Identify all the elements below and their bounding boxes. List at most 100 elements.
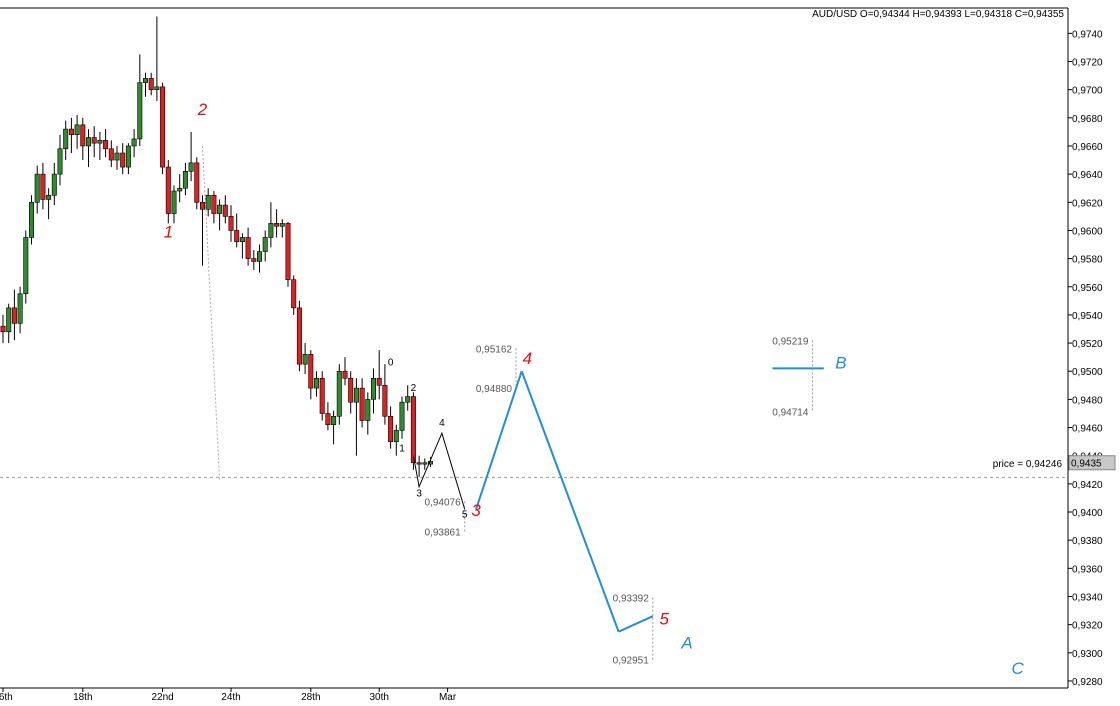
candle-bull (177, 187, 183, 192)
candle-bear (228, 216, 234, 231)
y-tick-label: 0,9720 (1072, 57, 1103, 68)
minor-wave-label: 0 (388, 358, 394, 369)
wave-label-2: 2 (197, 100, 208, 119)
minor-wave-label: 2 (411, 383, 417, 394)
candle-bull (393, 430, 399, 442)
candle-bear (376, 377, 382, 386)
y-tick-label: 0,9600 (1072, 226, 1103, 237)
candle-bear (274, 223, 280, 227)
x-tick-label: 30th (369, 692, 388, 701)
candle-bear (80, 124, 86, 147)
candle-bull (28, 201, 34, 238)
minor-wave-label: 4 (439, 418, 445, 429)
candle-bull (137, 82, 143, 140)
candle-bear (342, 370, 348, 379)
candle-bear (296, 307, 302, 365)
candle-bear (348, 377, 354, 403)
candle-bull (217, 204, 223, 214)
candle-bull (74, 124, 80, 136)
candle-bull (302, 354, 308, 365)
minor-wave-label: 1 (399, 443, 405, 454)
y-tick-label: 0,9420 (1072, 480, 1103, 491)
candle-bull (370, 377, 376, 400)
y-tick-label: 0,9580 (1072, 255, 1103, 266)
wave-label-5: 5 (659, 610, 669, 629)
candle-bear (285, 223, 291, 281)
candle-bear (40, 173, 46, 200)
candle-bull (422, 462, 428, 465)
candle-bull (86, 137, 92, 147)
candle-bull (353, 387, 359, 403)
candle-bear (11, 307, 17, 324)
price-chart[interactable]: 0,94076 0,93861 0,95162 0,94880 0,93392 0,929… (0, 0, 1120, 703)
candle-bull (34, 173, 40, 203)
candle-bull (97, 140, 103, 144)
x-tick-label: 28th (301, 692, 320, 701)
candle-bull (114, 152, 120, 161)
candle-bull (171, 190, 177, 214)
y-tick-label: 0,9480 (1072, 395, 1103, 406)
level-marker-top-label: 0,93392 (613, 594, 650, 605)
current-price-badge-label: 0,9435 (1071, 459, 1102, 470)
candle-bear (234, 230, 240, 243)
chart-background (0, 0, 1120, 701)
candle-bull (205, 194, 211, 210)
candle-bull (23, 237, 29, 295)
y-tick-label: 0,9740 (1072, 29, 1103, 40)
candle-bull (405, 396, 411, 403)
candle-bear (0, 325, 6, 333)
candle-bull (313, 377, 319, 389)
y-tick-label: 0,9620 (1072, 198, 1103, 209)
candle-bull (63, 128, 69, 150)
candle-bull (399, 401, 405, 431)
y-tick-label: 0,9380 (1072, 536, 1103, 547)
candle-bear (291, 279, 297, 309)
ohlc-header: AUD/USD O=0,94344 H=0,94393 L=0,94318 C=… (812, 9, 1064, 20)
x-tick-label: 22nd (151, 692, 173, 701)
level-marker-bottom-label: 0,94714 (772, 407, 809, 418)
candle-bull (268, 223, 274, 238)
candle-bear (325, 413, 331, 426)
candle-bull (51, 173, 57, 196)
minor-wave-label: 5 (462, 510, 468, 521)
candle-bull (143, 78, 149, 83)
candle-bear (382, 385, 388, 417)
candle-bear (194, 162, 200, 203)
level-marker-bottom-label: 0,92951 (613, 656, 650, 667)
chart-canvas[interactable]: 0,94076 0,93861 0,95162 0,94880 0,93392 0,929… (0, 0, 1120, 703)
candle-bull (331, 415, 337, 426)
candle-bear (245, 237, 251, 259)
level-marker-top-label: 0,95162 (476, 344, 513, 355)
y-tick-label: 0,9320 (1072, 621, 1103, 632)
candle-bull (365, 399, 371, 421)
minor-wave-label: 3 (416, 489, 422, 500)
y-tick-label: 0,9680 (1072, 114, 1103, 125)
candle-bear (165, 166, 171, 214)
level-marker-bottom-label: 0,94880 (476, 384, 513, 395)
y-tick-label: 0,9640 (1072, 170, 1103, 181)
candle-bear (108, 148, 114, 161)
y-tick-label: 0,9280 (1072, 677, 1103, 688)
candle-bear (103, 140, 109, 150)
x-tick-label: Mar (439, 692, 457, 701)
candle-bull (131, 138, 137, 147)
price-line-label: price = 0,94246 (993, 459, 1063, 470)
wave-label-1: 1 (164, 222, 173, 241)
y-tick-label: 0,9700 (1072, 86, 1103, 97)
candle-bull (262, 237, 268, 252)
level-marker-top-label: 0,94076 (425, 497, 462, 508)
candle-bull (279, 223, 285, 227)
y-tick-label: 0,9560 (1072, 283, 1103, 294)
candle-bear (308, 354, 314, 389)
wave-label-c: C (1011, 659, 1024, 678)
y-tick-label: 0,9520 (1072, 339, 1103, 350)
y-tick-label: 0,9460 (1072, 424, 1103, 435)
candle-bull (154, 86, 160, 90)
candle-bull (188, 162, 194, 172)
wave-label-a: A (680, 634, 692, 653)
wave-label-b: B (835, 353, 846, 372)
candle-bear (200, 201, 206, 210)
candle-bull (239, 237, 245, 243)
candle-bull (182, 171, 188, 189)
candle-bear (222, 204, 228, 217)
